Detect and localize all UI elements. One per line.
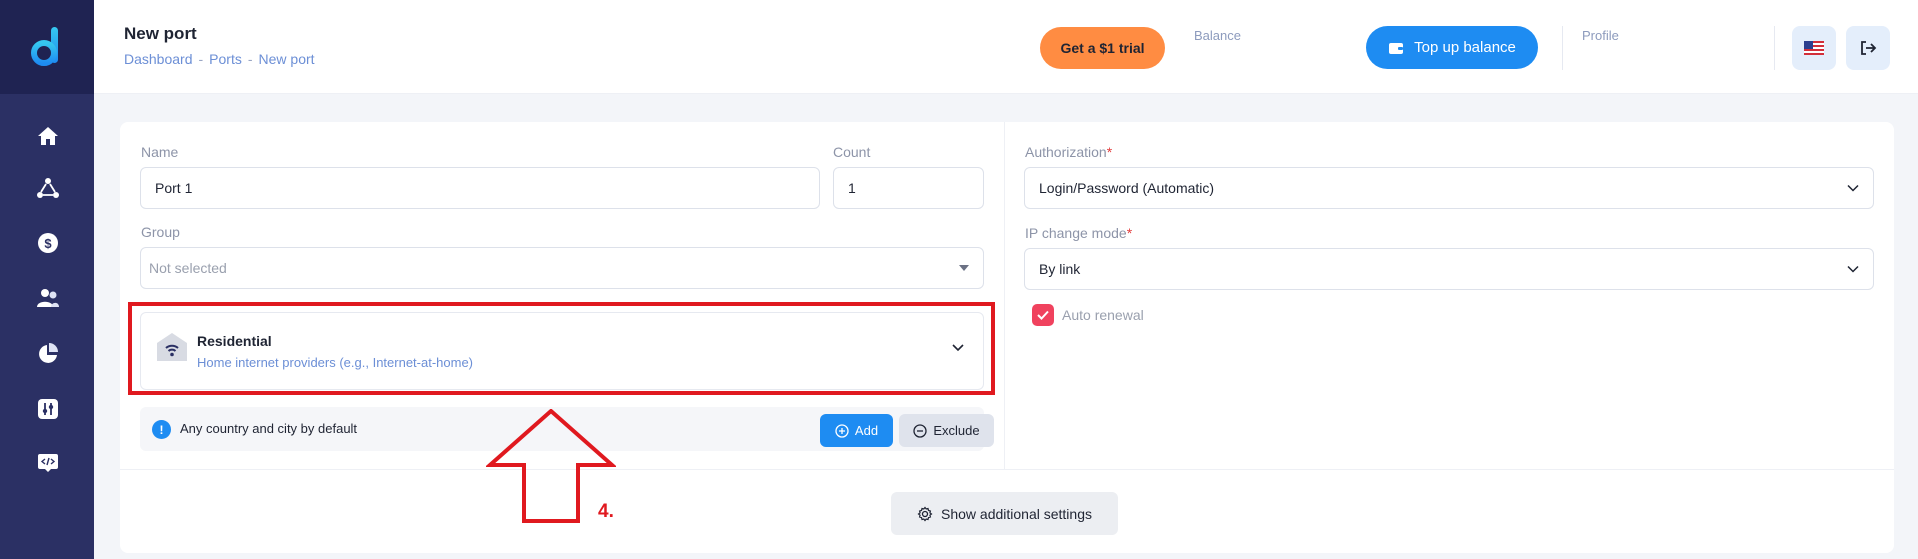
header-divider (1774, 26, 1775, 70)
group-placeholder: Not selected (149, 260, 227, 276)
dropdown-triangle-icon (959, 265, 969, 271)
settings-icon (38, 399, 58, 419)
minus-circle-icon (913, 423, 928, 438)
exclude-label: Exclude (933, 423, 980, 438)
plus-circle-icon (835, 423, 849, 438)
required-mark: * (1106, 144, 1113, 160)
profile-label: Profile (1582, 28, 1619, 43)
nav-api[interactable] (35, 450, 61, 476)
annotation-arrow-icon (486, 409, 616, 523)
show-additional-settings-button[interactable]: Show additional settings (891, 492, 1118, 535)
nav-settings[interactable] (35, 396, 61, 422)
breadcrumb-ports[interactable]: Ports (209, 51, 242, 67)
nav-stats[interactable] (35, 341, 61, 367)
step-label: 4. (598, 501, 614, 522)
network-icon (37, 178, 59, 198)
nav-billing[interactable]: $ (35, 230, 61, 256)
sidebar: $ (0, 0, 94, 559)
additional-settings-label: Show additional settings (941, 505, 1092, 522)
code-icon (38, 454, 58, 472)
name-label: Name (141, 144, 179, 160)
footer-divider (120, 469, 1894, 470)
gear-icon (917, 506, 933, 521)
home-icon (38, 127, 58, 145)
nav-home[interactable] (35, 123, 61, 149)
group-select[interactable]: Not selected (140, 247, 984, 289)
header: New port Dashboard - Ports - New port Ge… (94, 0, 1918, 94)
count-label: Count (833, 144, 871, 160)
pie-chart-icon (39, 343, 58, 363)
add-location-button[interactable]: Add (820, 414, 893, 447)
count-input[interactable]: 1 (833, 167, 984, 209)
count-value: 1 (848, 180, 856, 196)
trial-button[interactable]: Get a $1 trial (1040, 27, 1165, 69)
logout-button[interactable] (1846, 26, 1890, 70)
checkmark-icon (1037, 310, 1049, 320)
ip-change-label: IP change mode* (1025, 225, 1133, 241)
info-icon: ! (152, 420, 171, 439)
column-divider (1004, 122, 1005, 469)
language-button[interactable] (1792, 26, 1836, 70)
ip-change-select[interactable]: By link (1024, 248, 1874, 290)
ip-change-value: By link (1039, 261, 1081, 277)
chevron-down-icon (1847, 184, 1859, 192)
required-mark: * (1126, 225, 1133, 241)
group-label: Group (141, 224, 180, 240)
nav-network[interactable] (35, 175, 61, 201)
auto-renewal-checkbox[interactable] (1032, 304, 1054, 326)
page-title: New port (124, 24, 197, 43)
exclude-location-button[interactable]: Exclude (899, 414, 994, 447)
users-icon (37, 289, 59, 307)
breadcrumb: Dashboard - Ports - New port (124, 51, 315, 67)
breadcrumb-separator: - (198, 51, 204, 67)
location-info-text: Any country and city by default (180, 421, 358, 436)
svg-text:$: $ (44, 236, 52, 251)
nav-users[interactable] (35, 285, 61, 311)
authorization-value: Login/Password (Automatic) (1039, 180, 1215, 196)
authorization-select[interactable]: Login/Password (Automatic) (1024, 167, 1874, 209)
breadcrumb-new-port: New port (258, 51, 315, 67)
chevron-down-icon (1847, 265, 1859, 273)
header-divider (1562, 26, 1563, 70)
breadcrumb-dashboard[interactable]: Dashboard (124, 51, 193, 67)
top-up-button[interactable]: Top up balance (1366, 26, 1538, 69)
name-input[interactable]: Port 1 (140, 167, 820, 209)
us-flag-icon (1804, 41, 1824, 55)
top-up-label: Top up balance (1414, 39, 1516, 56)
add-label: Add (854, 423, 879, 438)
logo[interactable] (0, 0, 94, 94)
auto-renewal-label: Auto renewal (1062, 307, 1144, 323)
authorization-label: Authorization* (1025, 144, 1113, 160)
breadcrumb-separator: - (247, 51, 253, 67)
dollar-icon: $ (38, 233, 58, 253)
wallet-icon (1389, 42, 1404, 54)
logo-icon (31, 27, 58, 66)
highlight-box (128, 302, 995, 395)
balance-label: Balance (1194, 28, 1241, 43)
name-value: Port 1 (155, 180, 193, 196)
logout-icon (1861, 41, 1877, 55)
